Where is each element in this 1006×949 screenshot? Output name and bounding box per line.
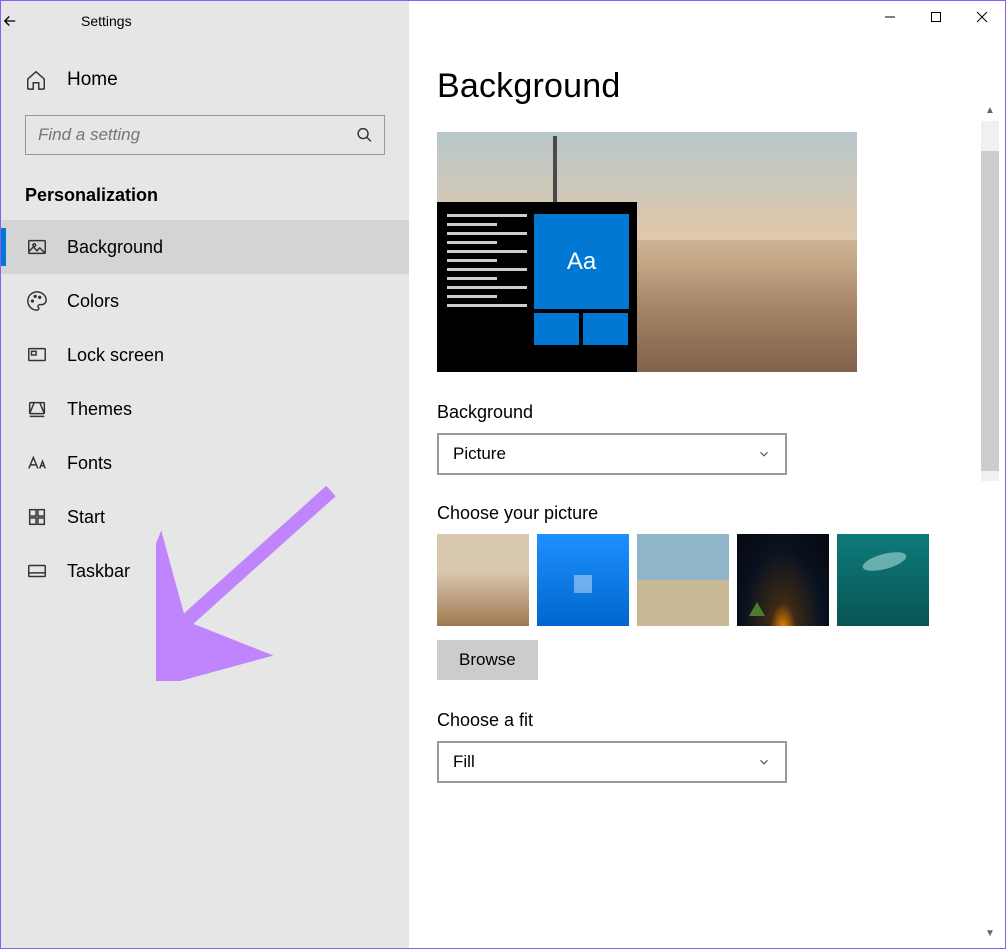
lockscreen-icon bbox=[25, 344, 49, 366]
window-title: Settings bbox=[81, 13, 132, 29]
sidebar-item-label: Fonts bbox=[67, 453, 112, 474]
palette-icon bbox=[25, 290, 49, 312]
sidebar-item-start[interactable]: Start bbox=[1, 490, 409, 544]
sidebar-item-label: Background bbox=[67, 237, 163, 258]
sidebar-item-taskbar[interactable]: Taskbar bbox=[1, 544, 409, 598]
fit-dropdown[interactable]: Fill bbox=[437, 741, 787, 783]
sidebar-item-label: Taskbar bbox=[67, 561, 130, 582]
sidebar-item-background[interactable]: Background bbox=[1, 220, 409, 274]
sidebar-item-colors[interactable]: Colors bbox=[1, 274, 409, 328]
home-icon bbox=[25, 69, 49, 91]
themes-icon bbox=[25, 398, 49, 420]
scrollbar-thumb[interactable] bbox=[981, 151, 999, 471]
search-input[interactable] bbox=[25, 115, 385, 155]
preview-tile-text: Aa bbox=[534, 214, 629, 309]
home-label: Home bbox=[67, 69, 118, 91]
scroll-down-arrow[interactable]: ▼ bbox=[981, 924, 999, 942]
minimize-button[interactable] bbox=[867, 1, 913, 33]
fit-dropdown-value: Fill bbox=[453, 752, 475, 772]
desktop-preview: Aa bbox=[437, 132, 857, 372]
sidebar-item-themes[interactable]: Themes bbox=[1, 382, 409, 436]
back-button[interactable] bbox=[1, 12, 51, 30]
picture-thumb-4[interactable] bbox=[737, 534, 829, 626]
category-heading: Personalization bbox=[1, 173, 409, 220]
chevron-down-icon bbox=[757, 447, 771, 461]
start-icon bbox=[25, 506, 49, 528]
title-bar: Settings bbox=[1, 1, 1005, 41]
picture-thumb-2[interactable] bbox=[537, 534, 629, 626]
scroll-up-arrow[interactable]: ▲ bbox=[981, 101, 999, 119]
start-menu-preview: Aa bbox=[437, 202, 637, 372]
picture-icon bbox=[25, 236, 49, 258]
page-title: Background bbox=[437, 67, 977, 106]
sidebar-nav: Background Colors Lock screen Themes Fon… bbox=[1, 220, 409, 598]
picture-thumb-5[interactable] bbox=[837, 534, 929, 626]
sidebar-item-fonts[interactable]: Fonts bbox=[1, 436, 409, 490]
background-dropdown-value: Picture bbox=[453, 444, 506, 464]
home-nav[interactable]: Home bbox=[1, 51, 409, 109]
browse-button[interactable]: Browse bbox=[437, 640, 538, 680]
fonts-icon bbox=[25, 452, 49, 474]
scrollbar[interactable] bbox=[981, 121, 999, 481]
background-dropdown[interactable]: Picture bbox=[437, 433, 787, 475]
chevron-down-icon bbox=[757, 755, 771, 769]
picture-thumb-1[interactable] bbox=[437, 534, 529, 626]
fit-section-label: Choose a fit bbox=[437, 710, 977, 731]
sidebar-item-label: Start bbox=[67, 507, 105, 528]
close-button[interactable] bbox=[959, 1, 1005, 33]
picture-thumbnails bbox=[437, 534, 977, 626]
taskbar-icon bbox=[25, 560, 49, 582]
sidebar-item-label: Colors bbox=[67, 291, 119, 312]
choose-picture-label: Choose your picture bbox=[437, 503, 977, 524]
sidebar-item-label: Themes bbox=[67, 399, 132, 420]
sidebar-item-lockscreen[interactable]: Lock screen bbox=[1, 328, 409, 382]
picture-thumb-3[interactable] bbox=[637, 534, 729, 626]
background-section-label: Background bbox=[437, 402, 977, 423]
main-content: Background Aa Background Picture bbox=[409, 1, 1005, 948]
maximize-button[interactable] bbox=[913, 1, 959, 33]
sidebar-item-label: Lock screen bbox=[67, 345, 164, 366]
sidebar: Home Personalization Background Colors L… bbox=[1, 1, 409, 948]
